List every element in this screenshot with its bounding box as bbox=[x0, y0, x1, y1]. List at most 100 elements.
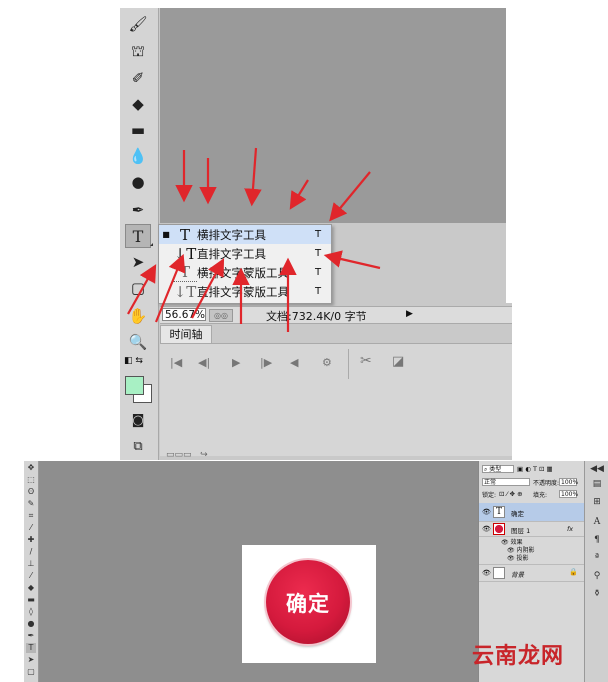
audio-icon[interactable]: ◀ bbox=[290, 356, 298, 369]
marquee-tool-icon[interactable]: ⬚ bbox=[26, 475, 36, 485]
first-frame-icon[interactable]: |◀ bbox=[170, 356, 182, 369]
pen-tool-icon[interactable]: ✒ bbox=[125, 198, 151, 222]
paragraph-panel-icon[interactable]: ¶ bbox=[590, 535, 604, 545]
settings-gear-icon[interactable]: ⚙ bbox=[322, 356, 332, 369]
dodge-tool-icon[interactable]: ● bbox=[125, 170, 151, 194]
layer-row-background[interactable]: 👁 背景 🔒 bbox=[479, 564, 585, 582]
collapse-panels-icon[interactable]: ◀◀ bbox=[590, 464, 604, 474]
brush-tool-icon[interactable]: 🖌 bbox=[125, 12, 151, 36]
glyph-panel-icon[interactable]: ª bbox=[590, 553, 604, 563]
zoom-level-input[interactable]: 56.67% bbox=[162, 308, 206, 321]
history-brush-icon[interactable]: ⁄ bbox=[26, 571, 36, 581]
vertical-type-mask-icon: ↓T bbox=[173, 282, 197, 301]
blend-mode-select[interactable]: 正常 bbox=[482, 478, 530, 486]
stamp-tool-icon[interactable]: ⊥ bbox=[26, 559, 36, 569]
status-menu-arrow-icon[interactable]: ▶ bbox=[406, 309, 413, 319]
eraser-tool-icon[interactable]: ◆ bbox=[125, 92, 151, 116]
background-thumb-icon bbox=[493, 567, 505, 579]
flyout-item-horizontal-type-mask[interactable]: T 横排文字蒙版工具 T bbox=[159, 263, 331, 282]
visibility-eye-icon[interactable]: 👁 bbox=[482, 525, 491, 533]
history-panel-icon[interactable]: ▤ bbox=[590, 479, 604, 489]
move-tool-icon[interactable]: ✥ bbox=[26, 463, 36, 473]
layer-name: 确定 bbox=[511, 510, 524, 518]
screen-mode-icon[interactable]: ⧉ bbox=[125, 434, 151, 458]
lock-label: 锁定: bbox=[482, 492, 497, 499]
flyout-item-label: 横排文字工具 bbox=[197, 227, 266, 242]
gradient-tool-icon[interactable]: ▬ bbox=[125, 118, 151, 142]
brush-tool-icon[interactable]: / bbox=[26, 547, 36, 557]
quick-mask-icon[interactable]: ◙ bbox=[125, 408, 151, 432]
blur-tool-icon[interactable]: 💧 bbox=[125, 144, 151, 168]
layer-name: 图层 1 bbox=[511, 527, 531, 535]
gradient-tool-icon[interactable]: ▬ bbox=[26, 595, 36, 605]
layer-filter-select[interactable]: ⌕ 类型 bbox=[482, 465, 514, 473]
status-bar: 56.67% ◎◎ 文档:732.4K/0 字节 ▶ bbox=[160, 306, 512, 324]
panel-icon-strip: ◀◀ ▤ ⊞ A ¶ ª ⚲ ⚱ bbox=[584, 461, 608, 682]
fill-label: 填充: bbox=[533, 492, 548, 499]
foreground-color-swatch[interactable] bbox=[125, 376, 144, 395]
eyedropper-tool-icon[interactable]: ⁄ bbox=[26, 523, 36, 533]
fill-input[interactable]: 100% bbox=[559, 490, 578, 498]
quick-select-tool-icon[interactable]: ✎ bbox=[26, 499, 36, 509]
play-icon[interactable]: ▶ bbox=[232, 356, 240, 369]
canvas-area bbox=[160, 8, 506, 223]
text-layer-thumb-icon: T bbox=[493, 506, 505, 518]
clone-stamp-tool-icon[interactable]: ⛫ bbox=[125, 40, 151, 64]
character-panel-icon[interactable]: A bbox=[590, 517, 604, 527]
brush-presets-icon[interactable]: ⚱ bbox=[590, 589, 604, 599]
crop-tool-icon[interactable]: ⌗ bbox=[26, 511, 36, 521]
layer-row-text[interactable]: 👁 T 确定 bbox=[479, 503, 585, 522]
transition-icon[interactable]: ◪ bbox=[392, 354, 404, 369]
eraser-tool-icon[interactable]: ◆ bbox=[26, 583, 36, 593]
default-colors-icon[interactable]: ◧ ⇆ bbox=[124, 356, 143, 366]
flyout-item-shortcut: T bbox=[315, 286, 322, 297]
opacity-label: 不透明度: bbox=[533, 480, 560, 487]
watermark-text: 云南龙网 bbox=[472, 644, 565, 669]
visibility-eye-icon[interactable]: 👁 bbox=[482, 508, 491, 516]
fx-badge[interactable]: fx bbox=[567, 525, 573, 533]
timeline-footer-icons[interactable]: ▭▭▭ ↪ bbox=[166, 450, 208, 460]
clone-source-icon[interactable]: ⚲ bbox=[590, 571, 604, 581]
visibility-eye-icon[interactable]: 👁 bbox=[482, 569, 491, 577]
flyout-item-label: 横排文字蒙版工具 bbox=[197, 265, 289, 280]
dodge-tool-icon[interactable]: ● bbox=[26, 619, 36, 629]
zoom-tool-icon[interactable]: 🔍 bbox=[125, 330, 151, 354]
eye-icon[interactable]: 👁 bbox=[507, 555, 515, 562]
lasso-tool-icon[interactable]: ʘ bbox=[26, 487, 36, 497]
history-brush-tool-icon[interactable]: ✐ bbox=[125, 66, 151, 90]
horizontal-type-icon: T bbox=[179, 225, 190, 244]
shape-tool-icon[interactable]: ▢ bbox=[26, 667, 36, 677]
flyout-item-vertical-type-mask[interactable]: ↓T 直排文字蒙版工具 T bbox=[159, 282, 331, 301]
flyout-item-label: 直排文字工具 bbox=[197, 246, 266, 261]
zoom-toggle-icon[interactable]: ◎◎ bbox=[209, 309, 233, 322]
flyout-item-shortcut: T bbox=[315, 248, 322, 259]
split-scissors-icon[interactable]: ✂ bbox=[360, 353, 372, 369]
rectangle-tool-icon[interactable]: ▢ bbox=[125, 276, 151, 300]
path-selection-tool-icon[interactable]: ➤ bbox=[125, 250, 151, 274]
layer-filter-icons[interactable]: ▣ ◐ T ⊡ ▦ bbox=[517, 465, 553, 473]
tab-timeline[interactable]: 时间轴 bbox=[160, 325, 212, 344]
tools-panel: 🖌 ⛫ ✐ ◆ ▬ 💧 ● ✒ T ➤ ▢ ✋ 🔍 ◧ ⇆ ◙ ⧉ bbox=[120, 8, 159, 460]
mini-tools-panel: ✥ ⬚ ʘ ✎ ⌗ ⁄ ✚ / ⊥ ⁄ ◆ ▬ ◊ ● ✒ T ➤ ▢ bbox=[24, 461, 39, 682]
flyout-item-vertical-type[interactable]: ↓T 直排文字工具 T bbox=[159, 244, 331, 263]
path-select-icon[interactable]: ➤ bbox=[26, 655, 36, 665]
pen-tool-icon[interactable]: ✒ bbox=[26, 631, 36, 641]
layer-row-shape[interactable]: 👁 图层 1 fx bbox=[479, 522, 585, 537]
flyout-item-horizontal-type[interactable]: ■ T 横排文字工具 T bbox=[159, 225, 331, 244]
properties-panel-icon[interactable]: ⊞ bbox=[590, 497, 604, 507]
blur-tool-icon[interactable]: ◊ bbox=[26, 607, 36, 617]
previous-frame-icon[interactable]: ◀| bbox=[198, 356, 210, 369]
shape-layer-thumb-icon bbox=[493, 523, 505, 535]
vertical-type-icon: ↓T bbox=[173, 244, 197, 263]
effect-drop-shadow-row[interactable]: 👁 投影 bbox=[507, 553, 529, 562]
lock-icon: 🔒 bbox=[569, 568, 578, 576]
type-tool-icon[interactable]: T bbox=[125, 224, 153, 248]
canvas-edge bbox=[506, 8, 512, 303]
type-tool-icon[interactable]: T bbox=[26, 643, 36, 653]
filter-kind-value: 类型 bbox=[489, 466, 502, 473]
hand-tool-icon[interactable]: ✋ bbox=[125, 304, 151, 328]
opacity-input[interactable]: 100% bbox=[559, 478, 578, 486]
next-frame-icon[interactable]: |▶ bbox=[260, 356, 272, 369]
healing-tool-icon[interactable]: ✚ bbox=[26, 535, 36, 545]
lock-icons[interactable]: ⊡ ⁄ ✥ ⊕ bbox=[499, 490, 523, 498]
